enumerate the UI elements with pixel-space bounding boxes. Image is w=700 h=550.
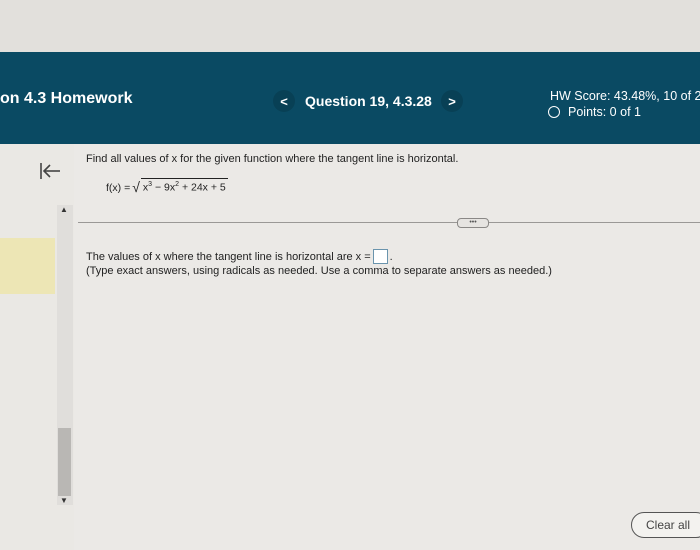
homework-title: on 4.3 Homework [0,90,133,107]
question-prompt: Find all values of x for the given funct… [86,153,459,165]
scroll-down-arrow-icon[interactable]: ▼ [60,496,68,505]
square-root-icon: √ [132,178,140,195]
answer-input[interactable] [372,249,388,264]
answer-suffix: . [389,250,393,263]
previous-question-button[interactable]: < [273,90,295,112]
points-status: Points: 0 of 1 [548,105,641,119]
clear-all-button[interactable]: Clear all [631,512,700,538]
browser-top-strip [0,0,700,52]
scroll-up-arrow-icon[interactable]: ▲ [60,205,68,214]
hw-score: HW Score: 43.48%, 10 of 23 [550,89,700,103]
next-question-button[interactable]: > [441,90,463,112]
chevron-left-icon: < [280,93,288,109]
answer-line: The values of x where the tangent line i… [86,249,393,264]
question-label: Question 19, 4.3.28 [305,93,432,109]
answer-prefix: The values of x where the tangent line i… [86,250,371,263]
radicand: x3 − 9x2 + 24x + 5 [140,178,228,194]
function-expression: f(x) = √ x3 − 9x2 + 24x + 5 [106,178,228,194]
points-label: Points: 0 of 1 [568,105,641,119]
expand-more-button[interactable]: ••• [457,218,489,228]
section-divider [78,222,700,223]
scrollbar-thumb[interactable] [58,428,71,496]
points-circle-icon [548,106,560,118]
chevron-right-icon: > [448,93,456,109]
assignment-header: on 4.3 Homework < Question 19, 4.3.28 > … [0,52,700,144]
question-list-highlight [0,238,55,294]
question-pane [74,144,700,550]
function-prefix: f(x) = [106,181,131,194]
answer-instructions: (Type exact answers, using radicals as n… [86,265,552,277]
collapse-left-icon[interactable] [38,160,62,182]
